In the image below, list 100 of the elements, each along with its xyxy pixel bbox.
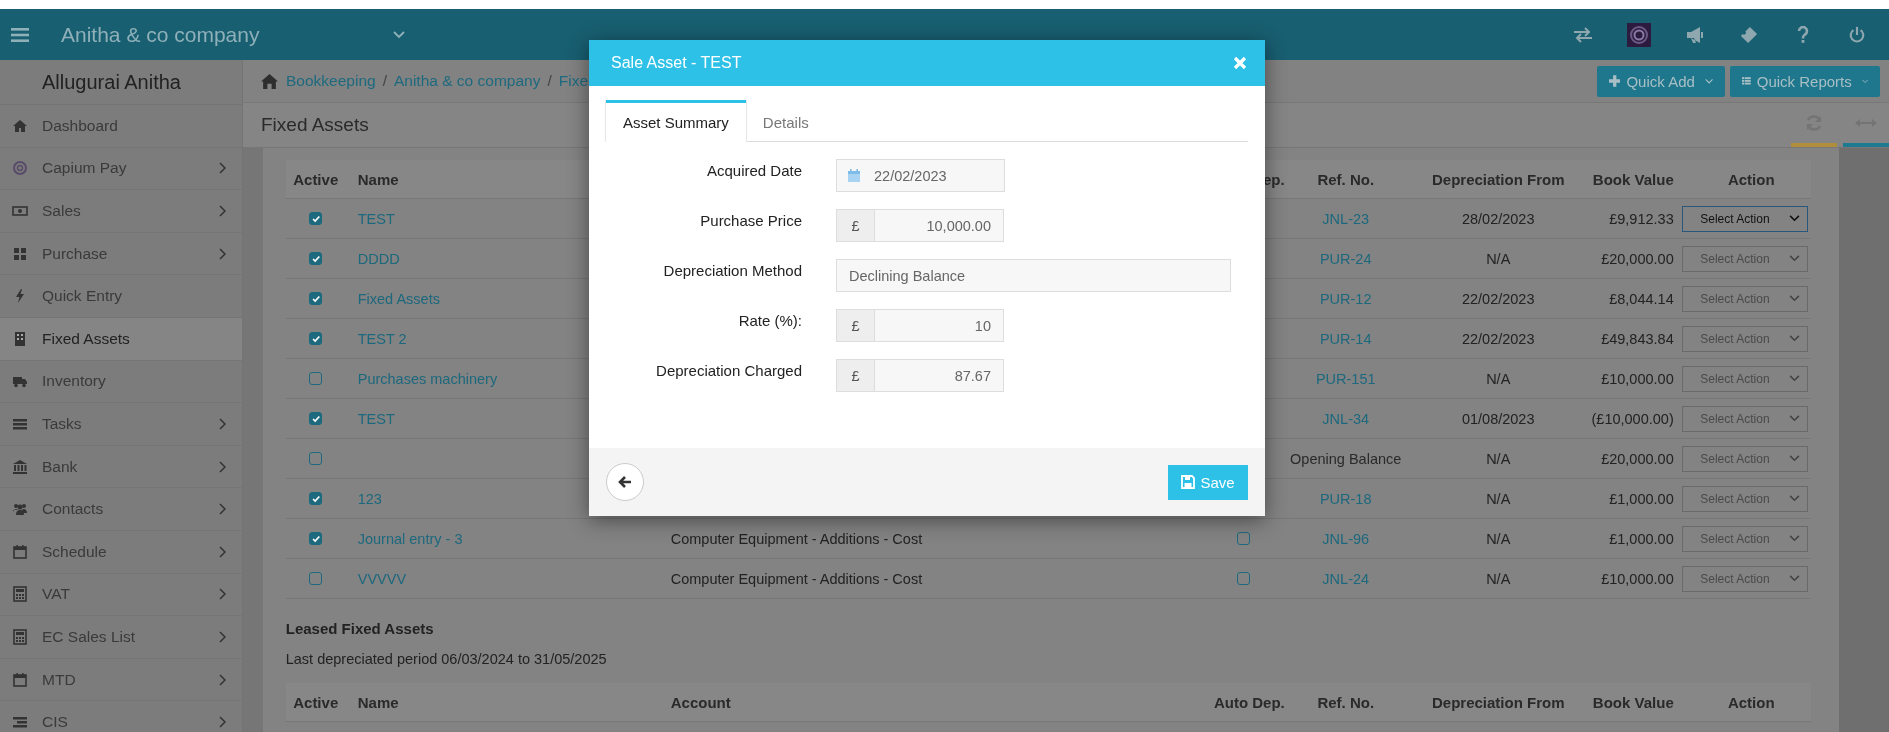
sidebar-item[interactable]: Tasks xyxy=(0,403,242,446)
chevron-down-icon[interactable] xyxy=(393,30,406,39)
save-button[interactable]: Save xyxy=(1168,464,1248,500)
close-icon[interactable] xyxy=(1233,56,1247,70)
asset-link[interactable]: TEST xyxy=(357,410,395,427)
amount-field[interactable]: £ 87.67 xyxy=(836,359,1004,392)
sidebar-item[interactable]: Sales xyxy=(0,190,242,233)
table-cell: £20,000.00 xyxy=(1601,450,1674,467)
table-cell: £49,843.84 xyxy=(1601,330,1674,347)
calculator-icon xyxy=(12,628,28,645)
reference-link[interactable]: PUR-18 xyxy=(1319,490,1372,507)
checkbox[interactable] xyxy=(309,452,323,465)
breadcrumb-link[interactable]: Bookkeeping xyxy=(286,72,376,90)
sidebar-item[interactable]: Inventory xyxy=(0,360,242,404)
asset-link[interactable]: DDDD xyxy=(357,250,400,267)
action-select[interactable]: Select Action xyxy=(1682,525,1809,552)
reference-link[interactable]: PUR-24 xyxy=(1319,250,1372,267)
action-select[interactable]: Select Action xyxy=(1682,325,1809,352)
checkbox[interactable] xyxy=(309,332,323,345)
action-select[interactable]: Select Action xyxy=(1682,565,1809,592)
quick-menu-button[interactable]: Quick Add xyxy=(1597,65,1725,97)
amount-field[interactable]: £ 10,000.00 xyxy=(836,209,1004,242)
list-icon xyxy=(1742,74,1751,88)
action-select[interactable]: Select Action xyxy=(1682,205,1809,232)
checkbox[interactable] xyxy=(1236,572,1250,585)
action-select[interactable]: Select Action xyxy=(1682,445,1809,472)
asset-link[interactable]: TEST 2 xyxy=(357,330,407,347)
action-select[interactable]: Select Action xyxy=(1682,485,1809,512)
sidebar-item[interactable]: Quick Entry xyxy=(0,275,242,318)
sidebar-item[interactable]: MTD xyxy=(0,658,242,702)
sidebar-item[interactable]: EC Sales List xyxy=(0,616,242,659)
chevron-down-icon xyxy=(1789,335,1801,342)
sidebar-item[interactable]: Purchase xyxy=(0,232,242,276)
power-icon[interactable] xyxy=(1847,25,1867,44)
column-header: Book Value xyxy=(1595,692,1675,713)
reference-link[interactable]: JNL-34 xyxy=(1322,410,1370,427)
reference-link[interactable]: JNL-24 xyxy=(1322,570,1370,587)
coin-icon xyxy=(12,160,28,177)
section-title: Leased Fixed Assets xyxy=(285,620,435,637)
action-select[interactable]: Select Action xyxy=(1682,405,1809,432)
breadcrumb-link[interactable]: Fixe xyxy=(558,72,589,90)
tab[interactable]: Details xyxy=(745,100,826,141)
checkbox[interactable] xyxy=(309,492,323,505)
asset-link[interactable]: TEST xyxy=(357,210,395,227)
date-field[interactable]: 22/02/2023 xyxy=(836,159,1005,192)
column-header: Ref. No. xyxy=(1316,692,1376,713)
megaphone-icon[interactable] xyxy=(1685,25,1705,44)
breadcrumb-link[interactable]: Anitha & co company xyxy=(393,72,541,90)
sidebar-item[interactable]: CIS xyxy=(0,701,242,732)
table-cell: Opening Balance xyxy=(1290,450,1402,467)
ticket-icon[interactable] xyxy=(1739,25,1759,44)
reference-link[interactable]: JNL-23 xyxy=(1322,210,1370,227)
sidebar-item[interactable]: Bank xyxy=(0,445,242,489)
checkbox[interactable] xyxy=(309,252,323,265)
asset-link[interactable]: 123 xyxy=(357,490,382,507)
chevron-down-icon xyxy=(1789,575,1801,582)
sidebar-item[interactable]: Contacts xyxy=(0,488,242,531)
sidebar-item[interactable]: Dashboard xyxy=(0,105,242,148)
swap-arrows-icon[interactable] xyxy=(1573,25,1593,44)
asset-link[interactable]: Purchases machinery xyxy=(357,370,498,387)
breadcrumb-separator: / xyxy=(547,72,552,90)
back-button[interactable] xyxy=(606,463,644,501)
chevron-down-icon xyxy=(1789,375,1801,382)
quick-menu-button[interactable]: Quick Reports xyxy=(1730,65,1880,97)
checkbox[interactable] xyxy=(1236,532,1250,545)
action-select[interactable]: Select Action xyxy=(1682,245,1809,272)
checkbox[interactable] xyxy=(309,532,323,545)
sidebar-item[interactable]: Capium Pay xyxy=(0,147,242,191)
asset-link[interactable]: Fixed Assets xyxy=(357,290,440,307)
asset-link[interactable]: Journal entry - 3 xyxy=(357,530,463,547)
menu-icon[interactable] xyxy=(11,27,29,42)
action-select[interactable]: Select Action xyxy=(1682,285,1809,312)
checkbox[interactable] xyxy=(309,572,323,585)
list-icon xyxy=(12,714,28,731)
sidebar-item[interactable]: Fixed Assets xyxy=(0,317,242,361)
reference-link[interactable]: PUR-151 xyxy=(1315,370,1376,387)
checkbox[interactable] xyxy=(309,412,323,425)
column-header: Ref. No. xyxy=(1316,169,1376,190)
asset-link[interactable]: VVVVV xyxy=(357,570,407,587)
arrow-left-icon xyxy=(618,476,632,488)
reference-link[interactable]: PUR-14 xyxy=(1319,330,1372,347)
field-label: Purchase Price xyxy=(699,211,802,229)
calendar-icon xyxy=(847,168,861,183)
sidebar-item[interactable]: VAT xyxy=(0,573,242,617)
action-select[interactable]: Select Action xyxy=(1682,365,1809,392)
reference-link[interactable]: PUR-12 xyxy=(1319,290,1372,307)
home-icon[interactable] xyxy=(261,73,278,89)
checkbox[interactable] xyxy=(309,212,323,225)
text-field[interactable]: Declining Balance xyxy=(836,259,1231,292)
period-text: Last depreciated period 06/03/2024 to 31/05/2025 xyxy=(285,651,608,667)
app-logo-icon[interactable] xyxy=(1627,22,1651,47)
amount-field[interactable]: £ 10 xyxy=(836,309,1004,342)
chevron-down-icon xyxy=(1789,495,1801,502)
checkbox[interactable] xyxy=(309,292,323,305)
reference-link[interactable]: JNL-96 xyxy=(1322,530,1370,547)
table-cell: 01/08/2023 xyxy=(1461,410,1535,427)
sidebar-item[interactable]: Schedule xyxy=(0,530,242,574)
checkbox[interactable] xyxy=(309,372,323,385)
tab[interactable]: Asset Summary xyxy=(606,100,746,142)
company-name[interactable]: Anitha & co company xyxy=(61,22,260,47)
